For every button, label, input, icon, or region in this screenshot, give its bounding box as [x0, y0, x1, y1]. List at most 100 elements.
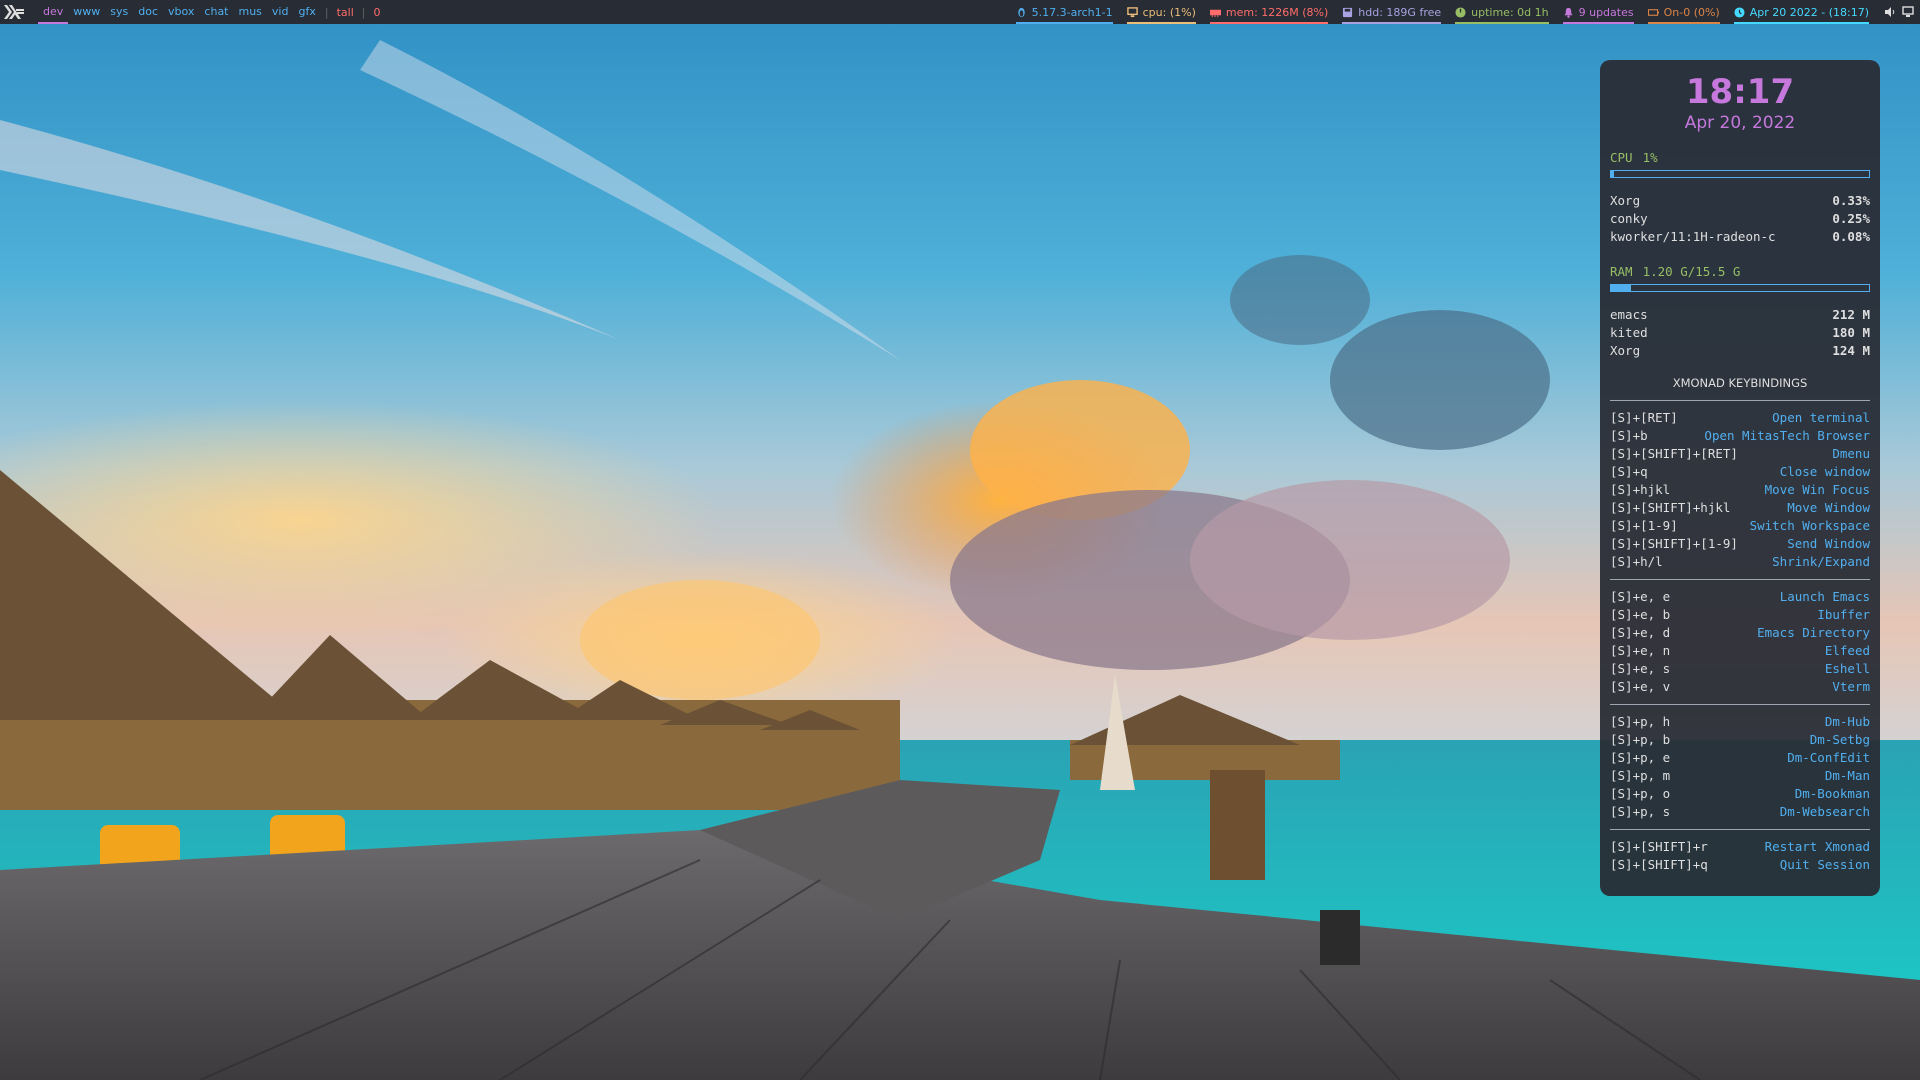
key: [S]+[SHIFT]+hjkl: [1610, 500, 1731, 515]
action: Move Win Focus: [1764, 482, 1870, 497]
keybinding-row: [S]+p, m Dm-Man: [1610, 767, 1870, 785]
action: Dm-Bookman: [1794, 786, 1870, 801]
workspace-gfx[interactable]: gfx: [293, 0, 320, 24]
key: [S]+b: [1610, 428, 1648, 443]
keybinding-row: [S]+[RET] Open terminal: [1610, 409, 1870, 427]
layout-indicator[interactable]: tall: [333, 6, 358, 19]
key: [S]+e, n: [1610, 643, 1671, 658]
cpu-percent: 1%: [1642, 150, 1658, 165]
clock-icon: [1734, 6, 1745, 18]
workspace-list: dev www sys doc vbox chat mus vid gfx: [38, 0, 321, 24]
kernel-version: 5.17.3-arch1-1: [1031, 5, 1113, 19]
battery-widget: On-0 (0%): [1647, 0, 1720, 24]
key: [S]+p, b: [1610, 732, 1671, 747]
process-name: Xorg: [1610, 343, 1641, 358]
action: Dm-Man: [1824, 768, 1870, 783]
keybinding-row: [S]+e, s Eshell: [1610, 660, 1870, 678]
workspace-chat[interactable]: chat: [199, 0, 233, 24]
workspace-dev[interactable]: dev: [38, 0, 69, 24]
workspace-vid[interactable]: vid: [267, 0, 294, 24]
divider: [1610, 704, 1870, 705]
conky-panel: 18:17 Apr 20, 2022 CPU 1% Xorg 0.33% conky…: [1600, 60, 1880, 896]
workspace-mus[interactable]: mus: [234, 0, 267, 24]
key: [S]+p, m: [1610, 768, 1671, 783]
separator: |: [361, 5, 366, 19]
action: Open terminal: [1772, 410, 1870, 425]
window-count: 0: [373, 5, 381, 19]
datetime-widget: Apr 20 2022 - (18:17): [1733, 0, 1869, 24]
conky-date: Apr 20, 2022: [1684, 113, 1796, 133]
separator: |: [324, 5, 329, 19]
key: [S]+[SHIFT]+r: [1610, 839, 1708, 854]
action: Open MitasTech Browser: [1704, 428, 1870, 443]
action: Dmenu: [1832, 446, 1870, 461]
xmobar-status-bar: dev www sys doc vbox chat mus vid gfx | …: [0, 0, 1920, 24]
workspace-sys[interactable]: sys: [105, 0, 133, 24]
cpu-header: CPU 1%: [1610, 150, 1870, 165]
cpu-process-list: Xorg 0.33% conky 0.25% kworker/11:1H-radeo…: [1610, 192, 1870, 246]
battery-status: On-0 (0%): [1663, 5, 1720, 19]
process-row: conky 0.25%: [1610, 210, 1870, 228]
conky-clock: 18:17: [1685, 72, 1795, 112]
keybinding-row: [S]+q Close window: [1610, 463, 1870, 481]
updates-widget: 9 updates: [1562, 0, 1634, 24]
process-row: kited 180 M: [1610, 324, 1870, 342]
key: [S]+p, s: [1610, 804, 1671, 819]
penguin-icon: [1017, 7, 1025, 17]
datetime-value[interactable]: Apr 20 2022 - (18:17): [1750, 6, 1869, 19]
keybinding-row: [S]+[1-9] Switch Workspace: [1610, 517, 1870, 535]
keybinding-row: [S]+[SHIFT]+q Quit Session: [1610, 856, 1870, 874]
action: Shrink/Expand: [1772, 554, 1870, 569]
ram-header: RAM 1.20 G/15.5 G: [1610, 264, 1870, 279]
process-value: 0.25%: [1832, 211, 1870, 226]
process-value: 0.33%: [1832, 193, 1870, 208]
keybinding-row: [S]+e, v Vterm: [1610, 678, 1870, 696]
cpu-widget: cpu: (1%): [1126, 0, 1196, 24]
ram-process-list: emacs 212 M kited 180 M Xorg 124 M: [1610, 306, 1870, 360]
disk-icon: [1343, 7, 1353, 17]
process-row: Xorg 124 M: [1610, 342, 1870, 360]
action: Close window: [1779, 464, 1870, 479]
action: Dm-Hub: [1824, 714, 1870, 729]
battery-icon: [1647, 8, 1659, 16]
workspace-vbox[interactable]: vbox: [163, 0, 199, 24]
action: Quit Session: [1779, 857, 1870, 872]
mem-usage: mem: 1226M (8%): [1225, 5, 1329, 19]
process-name: Xorg: [1610, 193, 1641, 208]
hdd-free: hdd: 189G free: [1358, 5, 1442, 19]
keybinding-group-session: [S]+[SHIFT]+r Restart Xmonad [S]+[SHIFT]+…: [1610, 838, 1870, 874]
system-tray: [1884, 6, 1914, 18]
action: Switch Workspace: [1749, 518, 1870, 533]
monitor-icon: [1126, 6, 1138, 17]
action: Restart Xmonad: [1764, 839, 1870, 854]
power-icon: [1455, 6, 1466, 18]
divider: [1610, 400, 1870, 401]
key: [S]+p, e: [1610, 750, 1671, 765]
process-value: 124 M: [1832, 343, 1870, 358]
workspace-doc[interactable]: doc: [133, 0, 163, 24]
action: Dm-Websearch: [1779, 804, 1870, 819]
action: Eshell: [1824, 661, 1870, 676]
updates-count[interactable]: 9 updates: [1579, 6, 1634, 19]
key: [S]+h/l: [1610, 554, 1663, 569]
keybinding-row: [S]+e, b Ibuffer: [1610, 606, 1870, 624]
keybinding-row: [S]+p, s Dm-Websearch: [1610, 803, 1870, 821]
keybinding-group-emacs: [S]+e, e Launch Emacs [S]+e, b Ibuffer [S]…: [1610, 588, 1870, 696]
key: [S]+e, s: [1610, 661, 1671, 676]
kernel-widget: 5.17.3-arch1-1: [1015, 0, 1113, 24]
keybinding-row: [S]+e, n Elfeed: [1610, 642, 1870, 660]
key: [S]+p, h: [1610, 714, 1671, 729]
keybindings-title: XMONAD KEYBINDINGS: [1672, 376, 1808, 390]
mem-widget: mem: 1226M (8%): [1209, 0, 1329, 24]
haskell-logo-icon[interactable]: [0, 0, 28, 24]
display-icon[interactable]: [1902, 6, 1914, 18]
keybinding-row: [S]+p, b Dm-Setbg: [1610, 731, 1870, 749]
process-value: 0.08%: [1832, 229, 1870, 244]
workspace-www[interactable]: www: [68, 0, 105, 24]
action: Launch Emacs: [1779, 589, 1870, 604]
keybinding-row: [S]+b Open MitasTech Browser: [1610, 427, 1870, 445]
volume-icon[interactable]: [1884, 6, 1896, 18]
key: [S]+[SHIFT]+[RET]: [1610, 446, 1738, 461]
keybinding-group-dmscripts: [S]+p, h Dm-Hub [S]+p, b Dm-Setbg [S]+p, e…: [1610, 713, 1870, 821]
process-row: kworker/11:1H-radeon-c 0.08%: [1610, 228, 1870, 246]
